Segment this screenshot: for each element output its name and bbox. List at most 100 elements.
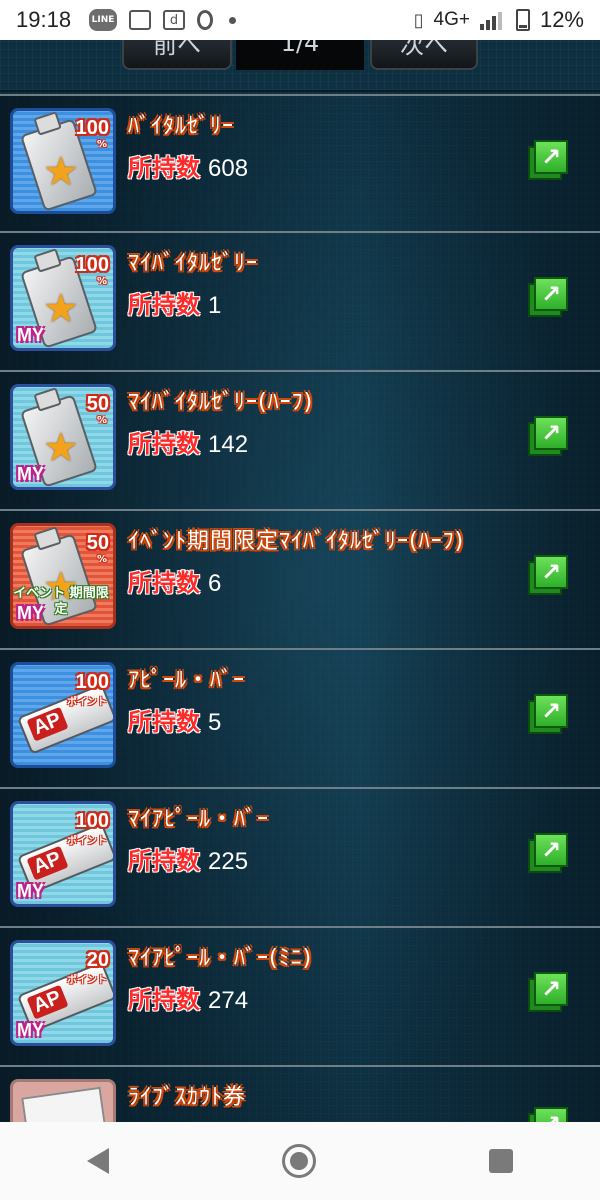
my-tag: MY xyxy=(17,325,44,345)
item-list-screen: 前へ 1/4 次へ ★ 100 % ﾊﾞｲﾀﾙｾﾞﾘｰ 所持数 608 ↗ ★ … xyxy=(0,40,600,1122)
item-link-button[interactable]: ↗ xyxy=(528,694,570,734)
item-row-my-vital-jelly-half: ★ 50 % MY ﾏｲﾊﾞｲﾀﾙｾﾞﾘｰ(ﾊｰﾌ) 所持数 142 ↗ xyxy=(0,372,600,511)
line-app-icon: LINE xyxy=(89,9,118,31)
battery-percent: 12% xyxy=(539,7,584,32)
item-link-button[interactable]: ↗ xyxy=(528,833,570,873)
my-vital-jelly-half-thumbnail: ★ 50 % MY xyxy=(10,384,116,490)
item-badge-value: 20 xyxy=(86,949,109,971)
notification-icons: LINE d xyxy=(89,9,237,31)
item-badge-unit: % xyxy=(96,554,107,565)
item-name: ﾏｲﾊﾞｲﾀﾙｾﾞﾘｰ xyxy=(128,251,259,276)
count-value: 142 xyxy=(208,431,249,458)
status-time: 19:18 xyxy=(16,7,72,32)
item-link-button[interactable]: ↗ xyxy=(528,972,570,1012)
network-type: 4G+ xyxy=(433,9,470,30)
ticket-graphic xyxy=(21,1086,109,1122)
item-name: ﾏｲｱﾋﾟｰﾙ・ﾊﾞｰ xyxy=(128,807,270,832)
external-link-icon: ↗ xyxy=(534,1107,568,1122)
count-value: 1 xyxy=(208,292,222,319)
ring-app-icon xyxy=(197,10,214,30)
count-label: 所持数 xyxy=(128,847,200,875)
item-badge-value: 100 xyxy=(75,810,109,832)
item-badge-value: 50 xyxy=(86,532,109,554)
count-value: 6 xyxy=(208,570,222,597)
vibrate-icon: ▯ xyxy=(413,9,424,30)
my-tag: MY xyxy=(17,1020,44,1040)
pagination: 前へ 1/4 次へ xyxy=(0,40,600,70)
item-name: ﾊﾞｲﾀﾙｾﾞﾘｰ xyxy=(128,114,235,139)
my-vital-jelly-thumbnail: ★ 100 % MY xyxy=(10,245,116,351)
item-badge-unit: ポイント xyxy=(67,697,107,708)
item-badge-unit: % xyxy=(96,139,107,150)
item-list: ★ 100 % ﾊﾞｲﾀﾙｾﾞﾘｰ 所持数 608 ↗ ★ 100 % MY ﾏｲ… xyxy=(0,94,600,1122)
external-link-icon: ↗ xyxy=(534,416,568,450)
next-page-button[interactable]: 次へ xyxy=(370,40,478,70)
my-tag: MY xyxy=(17,464,44,484)
appeal-bar-thumbnail: 100 ポイント xyxy=(10,662,116,768)
item-count: 所持数 225 xyxy=(128,841,248,876)
my-appeal-bar-thumbnail: 100 ポイント MY xyxy=(10,801,116,907)
item-link-button[interactable]: ↗ xyxy=(528,140,570,180)
my-tag: MY xyxy=(17,603,44,623)
page-indicator: 1/4 xyxy=(236,40,364,70)
count-value: 608 xyxy=(208,155,249,182)
divider xyxy=(0,90,600,92)
item-count: 所持数 1 xyxy=(128,285,221,320)
prev-page-button[interactable]: 前へ xyxy=(122,40,232,70)
live-scout-ticket-thumbnail xyxy=(10,1079,116,1122)
item-name: ｲﾍﾞﾝﾄ期間限定ﾏｲﾊﾞｲﾀﾙｾﾞﾘｰ(ﾊｰﾌ) xyxy=(128,529,465,554)
item-row-my-appeal-bar: 100 ポイント MY ﾏｲｱﾋﾟｰﾙ・ﾊﾞｰ 所持数 225 ↗ xyxy=(0,789,600,928)
item-badge-unit: % xyxy=(96,276,107,287)
external-link-icon: ↗ xyxy=(534,694,568,728)
item-badge-value: 100 xyxy=(75,671,109,693)
item-badge-unit: % xyxy=(96,415,107,426)
more-notifications-icon xyxy=(229,16,237,24)
notification-app-icon xyxy=(129,10,152,30)
item-count: 所持数 5 xyxy=(128,702,221,737)
item-count: 所持数 6 xyxy=(128,563,221,598)
item-row-my-appeal-bar-mini: 20 ポイント MY ﾏｲｱﾋﾟｰﾙ・ﾊﾞｰ(ﾐﾆ) 所持数 274 ↗ xyxy=(0,928,600,1067)
status-bar: 19:18 LINE d ▯ 4G+ 12% xyxy=(0,0,600,40)
external-link-icon: ↗ xyxy=(534,140,568,174)
item-link-button[interactable]: ↗ xyxy=(528,555,570,595)
item-badge-value: 100 xyxy=(75,117,109,139)
d-app-icon: d xyxy=(163,10,186,30)
recent-apps-icon[interactable] xyxy=(489,1149,514,1173)
count-label: 所持数 xyxy=(128,986,200,1014)
count-label: 所持数 xyxy=(128,430,200,458)
count-value: 274 xyxy=(208,987,249,1014)
vital-jelly-thumbnail: ★ 100 % xyxy=(10,108,116,214)
item-link-button[interactable]: ↗ xyxy=(528,1107,570,1122)
item-link-button[interactable]: ↗ xyxy=(528,416,570,456)
star-icon: ★ xyxy=(43,425,79,471)
item-name: ｱﾋﾟｰﾙ・ﾊﾞｰ xyxy=(128,668,246,693)
count-label: 所持数 xyxy=(128,154,200,182)
item-row-live-scout-ticket: ﾗｲﾌﾞｽｶｳﾄ券 ↗ xyxy=(0,1067,600,1122)
count-value: 225 xyxy=(208,848,249,875)
item-name: ﾗｲﾌﾞｽｶｳﾄ券 xyxy=(128,1085,247,1110)
item-row-event-my-vital-jelly-half: ★ 50 % イベント 期間限定 MY ｲﾍﾞﾝﾄ期間限定ﾏｲﾊﾞｲﾀﾙｾﾞﾘｰ… xyxy=(0,511,600,650)
item-badge-value: 50 xyxy=(86,393,109,415)
home-icon[interactable] xyxy=(281,1144,316,1178)
item-name: ﾏｲﾊﾞｲﾀﾙｾﾞﾘｰ(ﾊｰﾌ) xyxy=(128,390,314,415)
item-link-button[interactable]: ↗ xyxy=(528,277,570,317)
count-value: 5 xyxy=(208,709,222,736)
star-icon: ★ xyxy=(43,149,79,195)
my-tag: MY xyxy=(17,881,44,901)
item-count: 所持数 608 xyxy=(128,148,248,183)
item-row-appeal-bar: 100 ポイント ｱﾋﾟｰﾙ・ﾊﾞｰ 所持数 5 ↗ xyxy=(0,650,600,789)
item-row-my-vital-jelly: ★ 100 % MY ﾏｲﾊﾞｲﾀﾙｾﾞﾘｰ 所持数 1 ↗ xyxy=(0,233,600,372)
battery-icon xyxy=(515,9,530,31)
count-label: 所持数 xyxy=(128,708,200,736)
item-badge-value: 100 xyxy=(75,254,109,276)
item-badge-unit: ポイント xyxy=(67,975,107,986)
count-label: 所持数 xyxy=(128,291,200,319)
item-name: ﾏｲｱﾋﾟｰﾙ・ﾊﾞｰ(ﾐﾆ) xyxy=(128,946,313,971)
item-count: 所持数 142 xyxy=(128,424,248,459)
external-link-icon: ↗ xyxy=(534,555,568,589)
external-link-icon: ↗ xyxy=(534,277,568,311)
external-link-icon: ↗ xyxy=(534,972,568,1006)
count-label: 所持数 xyxy=(128,569,200,597)
my-appeal-bar-mini-thumbnail: 20 ポイント MY xyxy=(10,940,116,1046)
back-icon[interactable] xyxy=(86,1148,109,1174)
